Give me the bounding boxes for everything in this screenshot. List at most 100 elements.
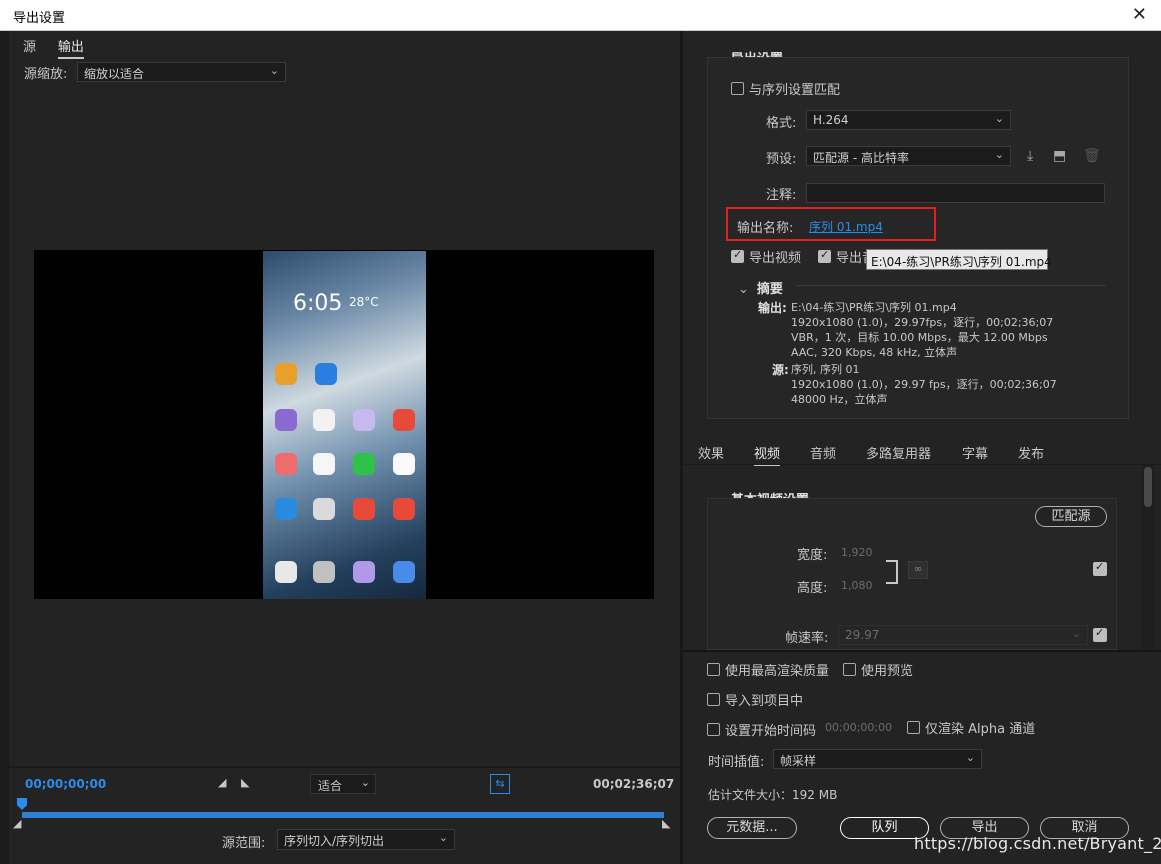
comments-input[interactable] bbox=[806, 183, 1105, 203]
tab-captions[interactable]: 字幕 bbox=[962, 443, 988, 462]
preset-select[interactable]: 匹配源 - 高比特率 ⌄ bbox=[806, 146, 1011, 166]
preset-value: 匹配源 - 高比特率 bbox=[813, 151, 909, 165]
use-previews-checkbox[interactable]: 使用预览 bbox=[843, 660, 913, 679]
aspect-toggle-icon[interactable]: ⇆ bbox=[490, 774, 510, 794]
watermark-text: https://blog.csdn.net/Bryant_2324 bbox=[914, 834, 1161, 853]
chevron-down-icon: ⌄ bbox=[438, 831, 448, 844]
tab-video[interactable]: 视频 bbox=[754, 443, 781, 466]
chevron-down-icon: ⌄ bbox=[269, 64, 279, 77]
chevron-down-icon: ⌄ bbox=[965, 751, 975, 764]
tab-source[interactable]: 源 bbox=[23, 36, 36, 57]
import-into-project-checkbox[interactable]: 导入到项目中 bbox=[707, 690, 803, 709]
max-render-quality-checkbox[interactable]: 使用最高渲染质量 bbox=[707, 660, 829, 679]
zoom-fit-select[interactable]: 适合 ⌄ bbox=[310, 774, 376, 794]
export-video-label: 导出视频 bbox=[749, 251, 802, 266]
tab-publish[interactable]: 发布 bbox=[1018, 443, 1044, 462]
app-icon bbox=[275, 561, 297, 583]
app-icon bbox=[275, 409, 297, 431]
chain-link-icon[interactable]: ∞ bbox=[908, 561, 928, 579]
match-source-button[interactable]: 匹配源 bbox=[1035, 506, 1107, 527]
set-out-point-icon[interactable]: ◣ bbox=[241, 776, 249, 789]
render-alpha-only-label: 仅渲染 Alpha 通道 bbox=[925, 722, 1036, 737]
edge-strip bbox=[0, 31, 9, 864]
source-scale-value: 缩放以适合 bbox=[84, 67, 145, 81]
framerate-checkbox[interactable] bbox=[1093, 626, 1107, 642]
export-video-checkbox[interactable]: 导出视频 bbox=[731, 247, 801, 266]
phone-time: 6:05 bbox=[293, 291, 343, 316]
source-output-tabs: 源 输出 bbox=[23, 36, 102, 59]
metadata-button[interactable]: 元数据... bbox=[707, 817, 797, 839]
window-title: 导出设置 bbox=[13, 11, 66, 26]
summary-line: VBR，1 次，目标 10.00 Mbps，最大 12.00 Mbps bbox=[791, 331, 1048, 344]
height-value[interactable]: 1,080 bbox=[841, 579, 873, 592]
source-range-label: 源范围: bbox=[222, 836, 266, 851]
framerate-select[interactable]: 29.97 ⌄ bbox=[838, 625, 1088, 645]
title-bar: 导出设置 ✕ bbox=[0, 0, 1161, 31]
app-icon bbox=[313, 498, 335, 520]
tab-output[interactable]: 输出 bbox=[57, 36, 84, 59]
summary-output-details: E:\04-练习\PR练习\序列 01.mp4 1920x1080 (1.0)，… bbox=[791, 300, 1053, 360]
checkbox-icon bbox=[707, 693, 720, 706]
summary-title: 摘要 bbox=[756, 282, 783, 297]
set-start-timecode-checkbox[interactable]: 设置开始时间码 bbox=[707, 720, 816, 739]
tab-multiplexer[interactable]: 多路复用器 bbox=[866, 443, 931, 462]
out-marker-icon[interactable]: ◣ bbox=[662, 817, 670, 830]
tabs-divider bbox=[683, 464, 1161, 465]
summary-header[interactable]: ⌄ 摘要 bbox=[738, 278, 783, 297]
timecode-end: 00;02;36;07 bbox=[593, 777, 675, 791]
app-icon bbox=[393, 453, 415, 475]
app-icon bbox=[313, 409, 335, 431]
width-value[interactable]: 1,920 bbox=[841, 546, 873, 559]
chevron-down-icon: ⌄ bbox=[738, 282, 749, 297]
close-icon[interactable]: ✕ bbox=[1132, 4, 1147, 25]
framerate-value: 29.97 bbox=[845, 628, 880, 642]
set-start-timecode-label: 设置开始时间码 bbox=[725, 724, 817, 739]
save-preset-icon[interactable]: ⤓ bbox=[1027, 148, 1033, 164]
summary-divider bbox=[796, 285, 1106, 286]
chevron-down-icon: ⌄ bbox=[994, 112, 1004, 125]
checkbox-icon bbox=[731, 248, 744, 263]
timecode-start[interactable]: 00;00;00;00 bbox=[25, 777, 106, 791]
match-sequence-label: 与序列设置匹配 bbox=[749, 83, 841, 98]
checkbox-icon bbox=[818, 248, 831, 263]
app-icon bbox=[353, 409, 375, 431]
time-interpolation-value: 帧采样 bbox=[780, 754, 817, 768]
dimension-checkbox[interactable] bbox=[1093, 560, 1107, 576]
max-render-quality-label: 使用最高渲染质量 bbox=[725, 664, 830, 679]
import-preset-icon[interactable]: ⬒ bbox=[1053, 148, 1066, 164]
format-select[interactable]: H.264 ⌄ bbox=[806, 110, 1011, 130]
tab-effects[interactable]: 效果 bbox=[698, 443, 724, 462]
app-icon bbox=[393, 498, 415, 520]
app-icon bbox=[275, 498, 297, 520]
app-icon bbox=[313, 561, 335, 583]
delete-preset-icon[interactable]: 🗑 bbox=[1083, 148, 1101, 164]
summary-line: 48000 Hz，立体声 bbox=[791, 393, 888, 406]
chevron-down-icon: ⌄ bbox=[994, 148, 1004, 161]
checkbox-icon bbox=[843, 663, 856, 676]
app-icon bbox=[353, 498, 375, 520]
app-icon bbox=[393, 561, 415, 583]
summary-source-details: 序列, 序列 01 1920x1080 (1.0)，29.97 fps，逐行，0… bbox=[791, 362, 1057, 407]
chevron-down-icon: ⌄ bbox=[360, 776, 370, 789]
summary-line: 1920x1080 (1.0)，29.97 fps，逐行，00;02;36;07 bbox=[791, 378, 1057, 391]
start-timecode-value[interactable]: 00;00;00;00 bbox=[825, 721, 892, 734]
render-alpha-only-checkbox[interactable]: 仅渲染 Alpha 通道 bbox=[907, 718, 1035, 737]
summary-line: AAC, 320 Kbps, 48 kHz, 立体声 bbox=[791, 346, 958, 359]
summary-line: E:\04-练习\PR练习\序列 01.mp4 bbox=[791, 301, 957, 314]
tab-audio[interactable]: 音频 bbox=[810, 443, 836, 462]
source-range-value: 序列切入/序列切出 bbox=[284, 834, 385, 848]
app-icon bbox=[353, 453, 375, 475]
settings-scrollbar[interactable] bbox=[1142, 465, 1154, 650]
set-in-point-icon[interactable]: ◢ bbox=[218, 776, 226, 789]
summary-line: 序列, 序列 01 bbox=[791, 363, 860, 376]
source-scale-select[interactable]: 缩放以适合 ⌄ bbox=[77, 62, 286, 82]
in-marker-icon[interactable]: ◢ bbox=[13, 817, 21, 830]
app-icon bbox=[313, 453, 335, 475]
source-range-select[interactable]: 序列切入/序列切出 ⌄ bbox=[277, 829, 455, 850]
checkbox-icon bbox=[707, 723, 720, 736]
match-sequence-checkbox[interactable]: 与序列设置匹配 bbox=[731, 79, 840, 98]
work-area-bar[interactable] bbox=[22, 812, 664, 818]
chevron-down-icon: ⌄ bbox=[1071, 627, 1081, 640]
scrollbar-thumb[interactable] bbox=[1144, 467, 1152, 507]
time-interpolation-select[interactable]: 帧采样 ⌄ bbox=[773, 749, 982, 769]
